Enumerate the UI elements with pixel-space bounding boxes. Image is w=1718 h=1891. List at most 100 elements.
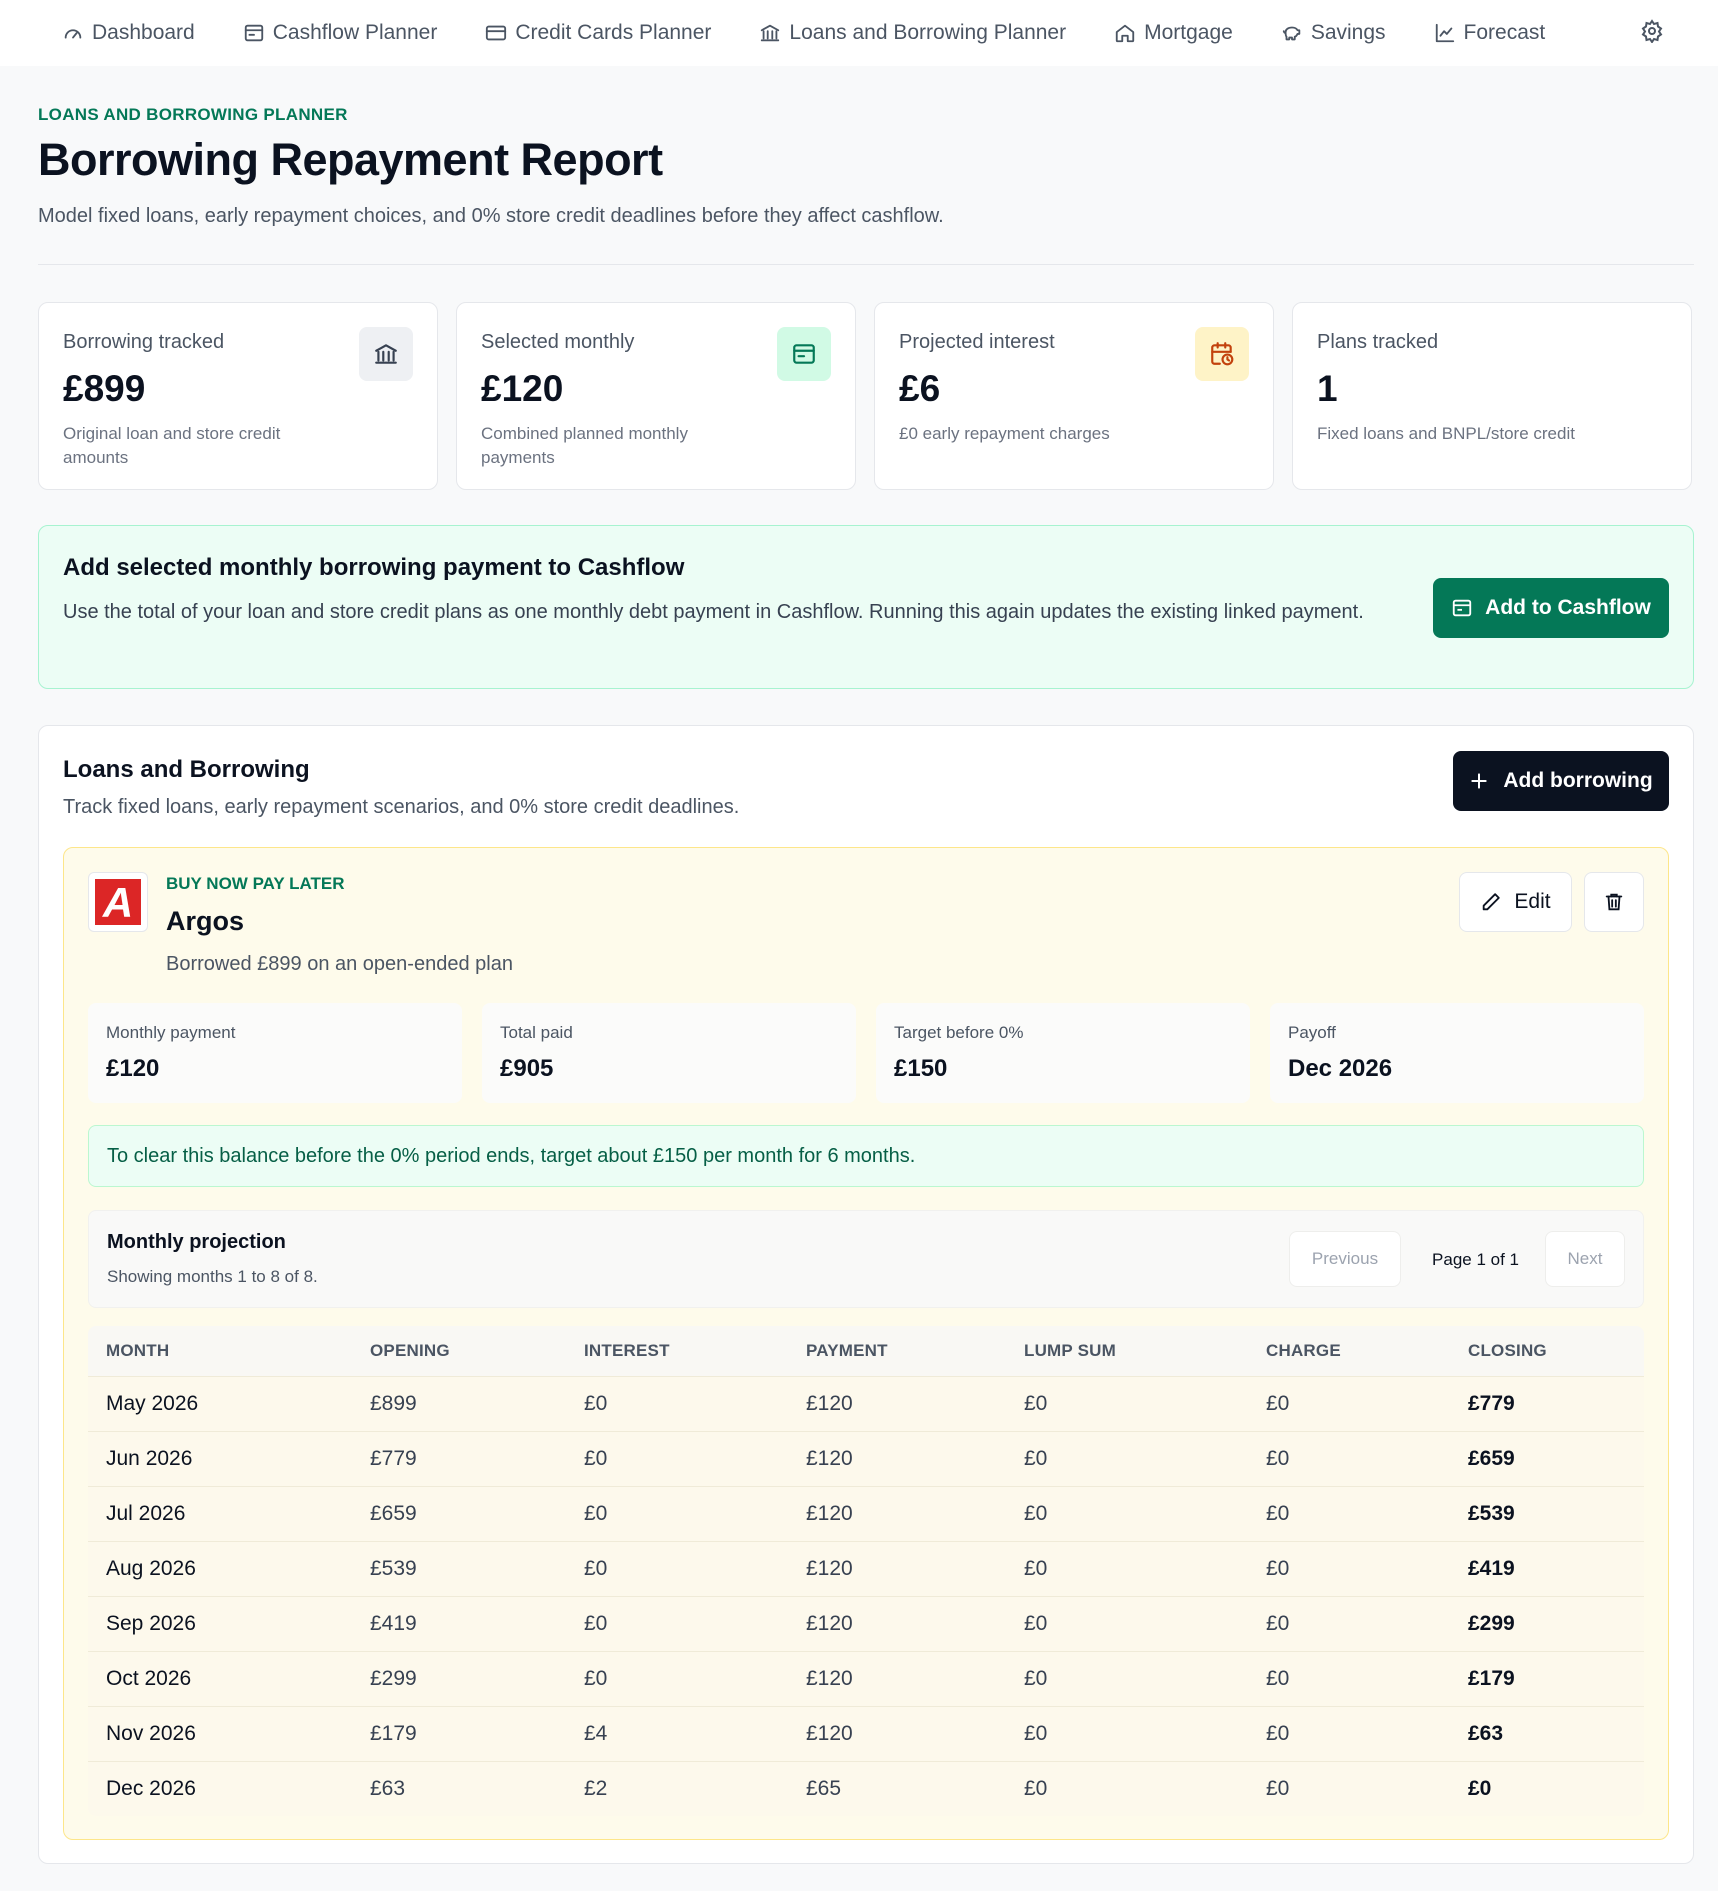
cell-interest: £0 [584, 1667, 608, 1690]
gear-icon [1640, 19, 1664, 43]
stat-label: Plans tracked [1317, 331, 1439, 353]
previous-page-button[interactable]: Previous [1289, 1231, 1401, 1287]
column-header: PAYMENT [806, 1341, 888, 1360]
cell-interest: £2 [584, 1777, 608, 1800]
nav-mortgage[interactable]: Mortgage [1114, 21, 1233, 45]
cell-month: Nov 2026 [106, 1722, 196, 1745]
trash-icon [1603, 891, 1625, 913]
metric-value: £905 [500, 1055, 554, 1082]
cashflow-banner: Add selected monthly borrowing payment t… [38, 525, 1694, 689]
nav-loans-borrowing-planner[interactable]: Loans and Borrowing Planner [759, 21, 1066, 45]
column-header: OPENING [370, 1341, 450, 1360]
piggy-bank-icon [1281, 22, 1303, 44]
cell-closing: £179 [1468, 1667, 1515, 1690]
nav-label: Dashboard [92, 21, 195, 44]
panel-subtitle: Track fixed loans, early repayment scena… [63, 796, 740, 818]
cell-interest: £0 [584, 1612, 608, 1635]
cell-opening: £419 [370, 1612, 417, 1635]
cell-opening: £63 [370, 1777, 406, 1800]
stat-description: Combined planned monthly payments [481, 424, 688, 467]
cell-interest: £0 [584, 1392, 608, 1415]
page-indicator: Page 1 of 1 [1432, 1250, 1519, 1269]
pencil-icon [1480, 891, 1502, 913]
delete-button[interactable] [1584, 872, 1644, 932]
cell-payment: £120 [806, 1612, 853, 1635]
house-icon [1114, 22, 1136, 44]
cell-interest: £0 [584, 1502, 608, 1525]
cell-month: Jul 2026 [106, 1502, 186, 1525]
button-label: Add to Cashflow [1485, 596, 1651, 619]
metric-monthly-payment: Monthly payment £120 [88, 1003, 462, 1103]
stat-card-selected-monthly: Selected monthly £120 Combined planned m… [456, 302, 856, 490]
plan-description: Borrowed £899 on an open-ended plan [166, 953, 513, 975]
cell-opening: £299 [370, 1667, 417, 1690]
nav-forecast[interactable]: Forecast [1434, 21, 1546, 45]
cell-month: Aug 2026 [106, 1557, 196, 1580]
table-header: MONTH OPENING INTEREST PAYMENT LUMP SUM … [88, 1326, 1644, 1376]
projection-subtitle: Showing months 1 to 8 of 8. [107, 1267, 318, 1286]
next-page-button[interactable]: Next [1545, 1231, 1625, 1287]
table-row: Oct 2026 £299 £0 £120 £0 £0 £179 [88, 1651, 1644, 1706]
panel-title: Loans and Borrowing [63, 756, 310, 783]
table-row: Jul 2026 £659 £0 £120 £0 £0 £539 [88, 1486, 1644, 1541]
table-row: Aug 2026 £539 £0 £120 £0 £0 £419 [88, 1541, 1644, 1596]
cell-closing: £779 [1468, 1392, 1515, 1415]
cell-payment: £120 [806, 1667, 853, 1690]
cell-closing: £659 [1468, 1447, 1515, 1470]
plan-card-argos: A BUY NOW PAY LATER Argos Borrowed £899 … [63, 847, 1669, 1840]
cell-lump-sum: £0 [1024, 1557, 1048, 1580]
table-row: Jun 2026 £779 £0 £120 £0 £0 £659 [88, 1431, 1644, 1486]
metric-value: £150 [894, 1055, 948, 1082]
stat-description: Original loan and store credit amounts [63, 424, 281, 467]
cell-lump-sum: £0 [1024, 1722, 1048, 1745]
line-chart-icon [1434, 22, 1456, 44]
add-borrowing-button[interactable]: Add borrowing [1453, 751, 1669, 811]
nav-dashboard[interactable]: Dashboard [62, 21, 195, 45]
cell-closing: £419 [1468, 1557, 1515, 1580]
cell-lump-sum: £0 [1024, 1667, 1048, 1690]
nav-cashflow-planner[interactable]: Cashflow Planner [243, 21, 437, 45]
edit-button[interactable]: Edit [1459, 872, 1572, 932]
cell-month: May 2026 [106, 1392, 199, 1415]
cell-charge: £0 [1266, 1722, 1290, 1745]
metric-target-before-zero: Target before 0% £150 [876, 1003, 1250, 1103]
cell-payment: £120 [806, 1722, 853, 1745]
cell-month: Jun 2026 [106, 1447, 193, 1470]
cell-opening: £659 [370, 1502, 417, 1525]
table-row: Dec 2026 £63 £2 £65 £0 £0 £0 [88, 1761, 1644, 1816]
bank-icon [359, 327, 413, 381]
nav-savings[interactable]: Savings [1281, 21, 1386, 45]
cell-charge: £0 [1266, 1612, 1290, 1635]
cell-interest: £0 [584, 1557, 608, 1580]
column-header: LUMP SUM [1024, 1341, 1116, 1360]
column-header: CLOSING [1468, 1341, 1547, 1360]
projection-title: Monthly projection [107, 1231, 286, 1253]
plus-icon [1469, 771, 1489, 791]
nav-credit-cards-planner[interactable]: Credit Cards Planner [485, 21, 711, 45]
cell-charge: £0 [1266, 1447, 1290, 1470]
divider [38, 264, 1694, 265]
page-title: Borrowing Repayment Report [38, 134, 663, 185]
cell-charge: £0 [1266, 1557, 1290, 1580]
wallet-icon [243, 22, 265, 44]
loans-borrowing-panel: Loans and Borrowing Track fixed loans, e… [38, 725, 1694, 1864]
settings-button[interactable] [1640, 19, 1664, 43]
banner-text: Use the total of your loan and store cre… [63, 601, 1364, 623]
cell-charge: £0 [1266, 1392, 1290, 1415]
stat-value: 1 [1317, 368, 1338, 409]
column-header: MONTH [106, 1341, 170, 1360]
cell-lump-sum: £0 [1024, 1447, 1048, 1470]
cell-lump-sum: £0 [1024, 1777, 1048, 1800]
nav-label: Forecast [1463, 21, 1546, 44]
page-subtitle: Model fixed loans, early repayment choic… [38, 205, 944, 227]
cell-payment: £120 [806, 1557, 853, 1580]
stat-card-projected-interest: Projected interest £6 £0 early repayment… [874, 302, 1274, 490]
calendar-clock-icon [1195, 327, 1249, 381]
cell-lump-sum: £0 [1024, 1502, 1048, 1525]
metric-value: Dec 2026 [1288, 1055, 1393, 1082]
column-header: INTEREST [584, 1341, 670, 1360]
stat-card-borrowing-tracked: Borrowing tracked £899 Original loan and… [38, 302, 438, 490]
add-to-cashflow-button[interactable]: Add to Cashflow [1433, 578, 1669, 638]
stat-description: Fixed loans and BNPL/store credit [1317, 424, 1575, 443]
cell-month: Dec 2026 [106, 1777, 196, 1800]
